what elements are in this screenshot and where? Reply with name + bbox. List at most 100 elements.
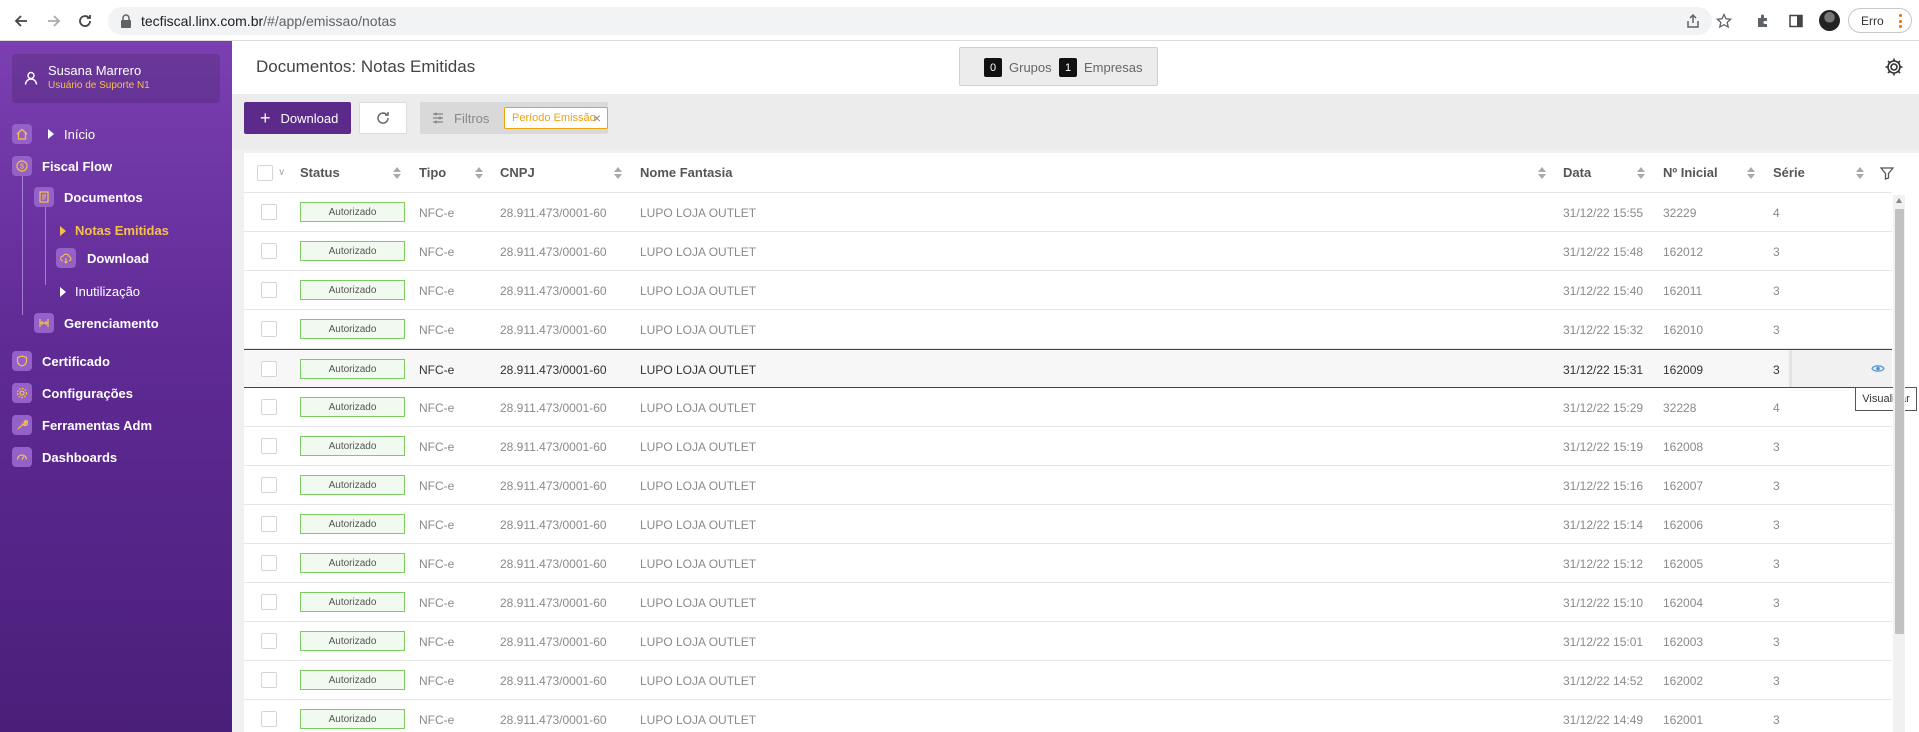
sidebar-item-documentos[interactable]: Documentos [34, 187, 143, 207]
table-row[interactable]: Autorizado NFC-e 28.911.473/0001-60 LUPO LO… [244, 622, 1892, 661]
settings-gear-icon[interactable] [1883, 56, 1905, 78]
cell-data: 31/12/22 15:12 [1563, 557, 1644, 571]
cell-n-inicial: 162012 [1663, 245, 1704, 259]
column-header-nome-fantasia[interactable]: Nome Fantasia [640, 165, 732, 180]
profile-error-button[interactable]: Erro [1848, 8, 1912, 33]
row-checkbox[interactable] [261, 516, 277, 532]
side-panel-icon[interactable] [1786, 11, 1806, 31]
chevron-down-icon[interactable]: ∨ [278, 167, 285, 178]
profile-avatar[interactable] [1819, 10, 1840, 31]
table-row[interactable]: Autorizado NFC-e 28.911.473/0001-60 LUPO LO… [244, 544, 1892, 583]
column-filter-icon[interactable] [1880, 166, 1894, 180]
cell-cnpj: 28.911.473/0001-60 [500, 518, 607, 532]
cell-n-inicial: 162011 [1663, 284, 1703, 298]
table-row[interactable]: Autorizado NFC-e 28.911.473/0001-60 LUPO LO… [244, 310, 1892, 349]
table-row[interactable]: Autorizado NFC-e 28.911.473/0001-60 LUPO LO… [244, 583, 1892, 622]
column-header-n-inicial[interactable]: Nº Inicial [1663, 165, 1718, 180]
cell-tipo: NFC-e [419, 245, 455, 259]
column-header-data[interactable]: Data [1563, 165, 1591, 180]
sidebar-item-ferramentas-adm[interactable]: Ferramentas Adm [12, 415, 152, 435]
row-checkbox[interactable] [261, 633, 277, 649]
user-role: Usuário de Suporte N1 [48, 80, 150, 91]
close-icon[interactable]: × [593, 110, 601, 126]
table-row[interactable]: Autorizado NFC-e 28.911.473/0001-60 LUPO LO… [244, 700, 1892, 732]
table-row[interactable]: Autorizado NFC-e 28.911.473/0001-60 LUPO LO… [244, 661, 1892, 700]
refresh-button[interactable] [359, 102, 407, 134]
sidebar-item-inutilizacao[interactable]: Inutilização [60, 284, 140, 299]
sort-icon[interactable] [1747, 167, 1755, 179]
page-header: Documentos: Notas Emitidas 0 Grupos 1 Em… [232, 41, 1919, 94]
sidebar-item-notas-emitidas[interactable]: Notas Emitidas [60, 223, 169, 238]
status-badge: Autorizado [300, 592, 405, 612]
cell-tipo: NFC-e [419, 674, 455, 688]
row-checkbox[interactable] [261, 594, 277, 610]
cell-n-inicial: 162005 [1663, 557, 1704, 571]
select-all-checkbox[interactable] [257, 165, 273, 181]
row-checkbox[interactable] [261, 282, 277, 298]
back-icon[interactable] [9, 9, 33, 33]
table-row[interactable]: Autorizado NFC-e 28.911.473/0001-60 LUPO LO… [244, 505, 1892, 544]
table-row[interactable]: Autorizado NFC-e 28.911.473/0001-60 LUPO LO… [244, 349, 1892, 388]
periodo-emissao-chip[interactable]: Período Emissão × [504, 107, 608, 129]
sidebar-item-inicio[interactable]: Início [12, 124, 95, 144]
table-row[interactable]: Autorizado NFC-e 28.911.473/0001-60 LUPO LO… [244, 388, 1892, 427]
eye-icon[interactable] [1871, 363, 1885, 374]
row-checkbox[interactable] [261, 204, 277, 220]
cell-serie: 3 [1773, 596, 1780, 610]
table-row[interactable]: Autorizado NFC-e 28.911.473/0001-60 LUPO LO… [244, 193, 1892, 232]
row-checkbox[interactable] [261, 555, 277, 571]
row-checkbox[interactable] [261, 672, 277, 688]
forward-icon[interactable] [42, 9, 66, 33]
visualizar-tooltip: Visualizar [1855, 387, 1917, 411]
sort-icon[interactable] [1538, 167, 1546, 179]
reload-icon[interactable] [73, 9, 97, 33]
row-checkbox[interactable] [261, 711, 277, 727]
table-row[interactable]: Autorizado NFC-e 28.911.473/0001-60 LUPO LO… [244, 427, 1892, 466]
cell-data: 31/12/22 15:16 [1563, 479, 1644, 493]
cell-nome-fantasia: LUPO LOJA OUTLET [640, 713, 757, 727]
scroll-up-arrow-icon[interactable] [1896, 198, 1902, 203]
row-checkbox[interactable] [261, 399, 277, 415]
row-checkbox[interactable] [261, 243, 277, 259]
cell-nome-fantasia: LUPO LOJA OUTLET [640, 323, 757, 337]
column-header-status[interactable]: Status [300, 165, 340, 180]
sort-icon[interactable] [475, 167, 483, 179]
bookmark-star-icon[interactable] [1714, 11, 1734, 31]
column-header-cnpj[interactable]: CNPJ [500, 165, 535, 180]
sidebar-item-configuracoes[interactable]: Configurações [12, 383, 133, 403]
row-checkbox[interactable] [261, 361, 277, 377]
table-row[interactable]: Autorizado NFC-e 28.911.473/0001-60 LUPO LO… [244, 232, 1892, 271]
cell-nome-fantasia: LUPO LOJA OUTLET [640, 596, 757, 610]
extensions-icon[interactable] [1753, 11, 1773, 31]
share-icon[interactable] [1683, 11, 1703, 31]
column-header-tipo[interactable]: Tipo [419, 165, 446, 180]
sidebar-item-certificado[interactable]: Certificado [12, 351, 110, 371]
row-checkbox[interactable] [261, 438, 277, 454]
sidebar-item-fiscal-flow[interactable]: $ Fiscal Flow [12, 156, 112, 176]
filters-bar[interactable]: Filtros Período Emissão × [420, 102, 608, 134]
status-badge: Autorizado [300, 202, 405, 222]
sort-icon[interactable] [1856, 167, 1864, 179]
row-checkbox[interactable] [261, 321, 277, 337]
scrollbar-thumb[interactable] [1895, 209, 1904, 634]
download-button[interactable]: + Download [244, 102, 351, 134]
cell-tipo: NFC-e [419, 323, 455, 337]
table-row[interactable]: Autorizado NFC-e 28.911.473/0001-60 LUPO LO… [244, 271, 1892, 310]
grupos-empresas-selector[interactable]: 0 Grupos 1 Empresas [959, 47, 1158, 86]
sort-icon[interactable] [614, 167, 622, 179]
svg-text:$: $ [20, 162, 25, 171]
row-checkbox[interactable] [261, 477, 277, 493]
user-card[interactable]: Susana Marrero Usuário de Suporte N1 [12, 54, 220, 103]
sidebar-item-label: Dashboards [42, 449, 118, 465]
sidebar-item-dashboards[interactable]: Dashboards [12, 447, 117, 467]
sort-icon[interactable] [393, 167, 401, 179]
sidebar-item-gerenciamento[interactable]: Gerenciamento [34, 313, 159, 333]
sidebar-item-download[interactable]: Download [56, 248, 149, 268]
sort-icon[interactable] [1637, 167, 1645, 179]
dollar-icon: $ [12, 156, 32, 176]
expand-arrow-icon [48, 129, 54, 139]
address-bar[interactable]: tecfiscal.linx.com.br/#/app/emissao/nota… [108, 7, 1712, 35]
table-row[interactable]: Autorizado NFC-e 28.911.473/0001-60 LUPO LO… [244, 466, 1892, 505]
scrollbar[interactable] [1893, 195, 1905, 732]
column-header-serie[interactable]: Série [1773, 165, 1805, 180]
